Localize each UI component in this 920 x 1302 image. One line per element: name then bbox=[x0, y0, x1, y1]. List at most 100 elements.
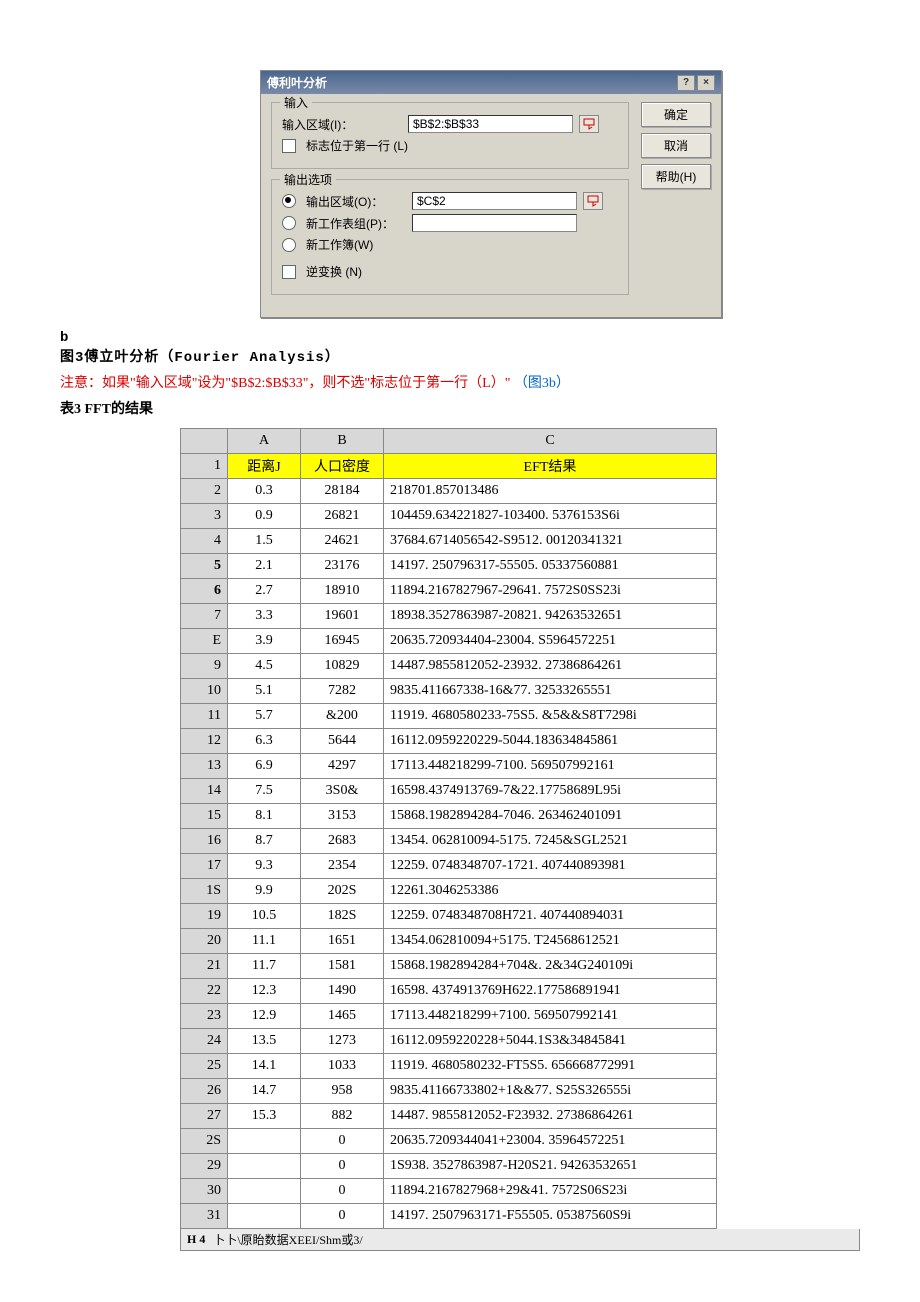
row-header[interactable]: 26 bbox=[181, 1079, 228, 1104]
cell[interactable]: 3S0& bbox=[301, 779, 384, 804]
cell[interactable]: 13.5 bbox=[228, 1029, 301, 1054]
cell[interactable] bbox=[228, 1129, 301, 1154]
cell[interactable]: &200 bbox=[301, 704, 384, 729]
help-button[interactable]: 帮助(H) bbox=[641, 164, 711, 189]
cell[interactable]: 11.7 bbox=[228, 954, 301, 979]
row-header[interactable]: 12 bbox=[181, 729, 228, 754]
cell[interactable]: 14.1 bbox=[228, 1054, 301, 1079]
cell[interactable]: 0 bbox=[301, 1179, 384, 1204]
cell[interactable]: 12.3 bbox=[228, 979, 301, 1004]
cell[interactable]: 37684.6714056542-S9512. 00120341321 bbox=[384, 529, 717, 554]
input-range-field[interactable] bbox=[408, 115, 573, 133]
cell[interactable]: 3.9 bbox=[228, 629, 301, 654]
cell[interactable]: 8.7 bbox=[228, 829, 301, 854]
close-icon[interactable]: × bbox=[697, 75, 715, 91]
cell[interactable]: 218701.857013486 bbox=[384, 479, 717, 504]
row-header[interactable]: 25 bbox=[181, 1054, 228, 1079]
row-header[interactable]: 30 bbox=[181, 1179, 228, 1204]
row-header[interactable]: 9 bbox=[181, 654, 228, 679]
inverse-checkbox[interactable] bbox=[282, 265, 296, 279]
cell[interactable]: 182S bbox=[301, 904, 384, 929]
cell[interactable]: 12259. 0748348708H721. 407440894031 bbox=[384, 904, 717, 929]
cell[interactable]: 14.7 bbox=[228, 1079, 301, 1104]
cell[interactable]: 202S bbox=[301, 879, 384, 904]
cell[interactable]: 13454. 062810094-5175. 7245&SGL2521 bbox=[384, 829, 717, 854]
cell[interactable]: 11919. 4680580233-75S5. &5&&S8T7298i bbox=[384, 704, 717, 729]
cell[interactable]: 2354 bbox=[301, 854, 384, 879]
cell[interactable]: 958 bbox=[301, 1079, 384, 1104]
cell[interactable]: 2.7 bbox=[228, 579, 301, 604]
sheet-nav[interactable]: H 4 bbox=[187, 1232, 205, 1247]
range-picker-icon[interactable] bbox=[583, 192, 603, 210]
cell[interactable]: 10829 bbox=[301, 654, 384, 679]
cell[interactable]: 9.3 bbox=[228, 854, 301, 879]
cell[interactable]: 1490 bbox=[301, 979, 384, 1004]
row-header[interactable]: E bbox=[181, 629, 228, 654]
cell[interactable]: 20635.7209344041+23004. 35964572251 bbox=[384, 1129, 717, 1154]
cell[interactable]: 16945 bbox=[301, 629, 384, 654]
cell[interactable]: 7.5 bbox=[228, 779, 301, 804]
cell[interactable]: 8.1 bbox=[228, 804, 301, 829]
row-header[interactable]: 7 bbox=[181, 604, 228, 629]
row-header[interactable]: 17 bbox=[181, 854, 228, 879]
row-header[interactable]: 2S bbox=[181, 1129, 228, 1154]
cell[interactable]: 16112.0959220228+5044.1S3&34845841 bbox=[384, 1029, 717, 1054]
header-cell[interactable]: 距离J bbox=[228, 454, 301, 479]
row-header[interactable]: 15 bbox=[181, 804, 228, 829]
row-header[interactable]: 10 bbox=[181, 679, 228, 704]
cell[interactable]: 18910 bbox=[301, 579, 384, 604]
cell[interactable]: 18938.3527863987-20821. 94263532651 bbox=[384, 604, 717, 629]
cell[interactable]: 17113.448218299+7100. 569507992141 bbox=[384, 1004, 717, 1029]
row-header[interactable]: 20 bbox=[181, 929, 228, 954]
cell[interactable]: 9835.41166733802+1&&77. S25S326555i bbox=[384, 1079, 717, 1104]
first-row-checkbox[interactable] bbox=[282, 139, 296, 153]
row-header[interactable]: 16 bbox=[181, 829, 228, 854]
cell[interactable]: 0 bbox=[301, 1129, 384, 1154]
cell[interactable]: 11919. 4680580232-FT5S5. 656668772991 bbox=[384, 1054, 717, 1079]
cell[interactable]: 15.3 bbox=[228, 1104, 301, 1129]
cell[interactable] bbox=[228, 1204, 301, 1229]
new-sheet-field[interactable] bbox=[412, 214, 577, 232]
row-header[interactable]: 24 bbox=[181, 1029, 228, 1054]
corner-cell[interactable] bbox=[181, 429, 228, 454]
range-picker-icon[interactable] bbox=[579, 115, 599, 133]
cell[interactable]: 11894.2167827968+29&41. 7572S06S23i bbox=[384, 1179, 717, 1204]
cell[interactable] bbox=[228, 1154, 301, 1179]
col-header-c[interactable]: C bbox=[384, 429, 717, 454]
cell[interactable]: 6.3 bbox=[228, 729, 301, 754]
cell[interactable]: 23176 bbox=[301, 554, 384, 579]
row-header[interactable]: 3 bbox=[181, 504, 228, 529]
row-header[interactable]: 6 bbox=[181, 579, 228, 604]
col-header-b[interactable]: B bbox=[301, 429, 384, 454]
header-cell[interactable]: EFT结果 bbox=[384, 454, 717, 479]
row-header[interactable]: 5 bbox=[181, 554, 228, 579]
cell[interactable]: 1.5 bbox=[228, 529, 301, 554]
cell[interactable]: 14197. 2507963171-F55505. 05387560S9i bbox=[384, 1204, 717, 1229]
cancel-button[interactable]: 取消 bbox=[641, 133, 711, 158]
row-header[interactable]: 31 bbox=[181, 1204, 228, 1229]
row-header[interactable]: 27 bbox=[181, 1104, 228, 1129]
ok-button[interactable]: 确定 bbox=[641, 102, 711, 127]
cell[interactable]: 28184 bbox=[301, 479, 384, 504]
cell[interactable]: 5.7 bbox=[228, 704, 301, 729]
row-header[interactable]: 14 bbox=[181, 779, 228, 804]
cell[interactable]: 1651 bbox=[301, 929, 384, 954]
new-book-radio[interactable] bbox=[282, 238, 296, 252]
cell[interactable]: 7282 bbox=[301, 679, 384, 704]
row-header[interactable]: 1 bbox=[181, 454, 228, 479]
row-header[interactable]: 22 bbox=[181, 979, 228, 1004]
cell[interactable]: 16598.4374913769-7&22.17758689L95i bbox=[384, 779, 717, 804]
cell[interactable]: 0.9 bbox=[228, 504, 301, 529]
cell[interactable]: 26821 bbox=[301, 504, 384, 529]
cell[interactable]: 9.9 bbox=[228, 879, 301, 904]
cell[interactable]: 12261.3046253386 bbox=[384, 879, 717, 904]
cell[interactable]: 15868.1982894284+704&. 2&34G240109i bbox=[384, 954, 717, 979]
sheet-tabs[interactable]: 卜卜\原眙数据XEEI/Shm或3/ bbox=[213, 1231, 362, 1248]
cell[interactable]: 0 bbox=[301, 1204, 384, 1229]
cell[interactable]: 5644 bbox=[301, 729, 384, 754]
cell[interactable]: 16598. 4374913769H622.177586891941 bbox=[384, 979, 717, 1004]
cell[interactable]: 104459.634221827-103400. 5376153S6i bbox=[384, 504, 717, 529]
cell[interactable]: 10.5 bbox=[228, 904, 301, 929]
cell[interactable]: 17113.448218299-7100. 569507992161 bbox=[384, 754, 717, 779]
row-header[interactable]: 11 bbox=[181, 704, 228, 729]
